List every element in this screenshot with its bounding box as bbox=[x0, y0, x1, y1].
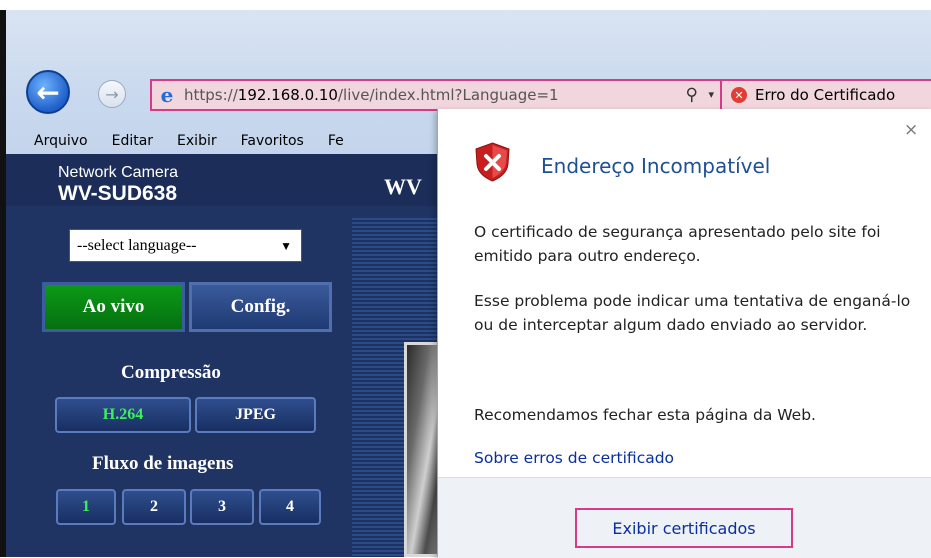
address-bar[interactable]: e https://192.168.0.10/live/index.html?L… bbox=[150, 79, 722, 111]
popup-paragraph-2: Esse problema pode indicar uma tentativa… bbox=[474, 292, 911, 334]
menu-item-favoritos[interactable]: Favoritos bbox=[241, 133, 304, 149]
certificate-error-label: Erro do Certificado bbox=[755, 86, 896, 104]
back-button[interactable]: ← bbox=[26, 70, 70, 114]
chevron-down-icon[interactable]: ▾ bbox=[708, 88, 714, 101]
popup-paragraph-1: O certificado de segurança apresentado p… bbox=[474, 223, 881, 265]
config-button[interactable]: Config. bbox=[189, 282, 332, 332]
chrome-top-strip bbox=[0, 0, 931, 10]
address-url[interactable]: https://192.168.0.10/live/index.html?Lan… bbox=[184, 86, 559, 104]
close-icon[interactable]: × bbox=[904, 120, 918, 140]
menu-bar: Arquivo Editar Exibir Favoritos Fe bbox=[6, 127, 355, 154]
camera-header-title: WV bbox=[384, 174, 422, 199]
certificate-popup: × Endereço Incompatível O certificado de… bbox=[437, 109, 931, 558]
shield-error-icon bbox=[475, 142, 510, 182]
menu-item-arquivo[interactable]: Arquivo bbox=[34, 133, 88, 149]
stream-1-button[interactable]: 1 bbox=[56, 489, 116, 525]
camera-brand-line: Network Camera bbox=[58, 164, 179, 181]
forward-button[interactable]: → bbox=[98, 80, 126, 108]
language-select[interactable]: --select language-- ▼ bbox=[69, 229, 302, 262]
select-arrow-icon: ▼ bbox=[280, 239, 292, 253]
forward-arrow-icon: → bbox=[105, 84, 119, 104]
stream-2-button[interactable]: 2 bbox=[122, 489, 186, 525]
error-x-icon: ✕ bbox=[731, 87, 747, 103]
popup-title: Endereço Incompatível bbox=[541, 154, 771, 178]
certificate-errors-link[interactable]: Sobre erros de certificado bbox=[474, 449, 674, 467]
camera-model: WV-SUD638 bbox=[58, 182, 178, 205]
live-button[interactable]: Ao vivo bbox=[42, 282, 185, 332]
stream-label: Fluxo de imagens bbox=[92, 453, 234, 474]
menu-item-editar[interactable]: Editar bbox=[112, 133, 153, 149]
menu-item-ferramentas[interactable]: Fe bbox=[328, 133, 344, 149]
compression-h264-button[interactable]: H.264 bbox=[55, 397, 191, 433]
url-path: /live/index.html?Language=1 bbox=[337, 86, 559, 104]
url-host: 192.168.0.10 bbox=[237, 86, 338, 104]
ie-logo-icon: e bbox=[160, 83, 174, 107]
stream-4-button[interactable]: 4 bbox=[259, 489, 321, 525]
compression-jpeg-button[interactable]: JPEG bbox=[195, 397, 316, 433]
language-select-value: --select language-- bbox=[77, 236, 197, 254]
certificate-error-button[interactable]: ✕ Erro do Certificado bbox=[720, 79, 931, 111]
url-prefix: https:// bbox=[184, 86, 238, 104]
stream-3-button[interactable]: 3 bbox=[190, 489, 254, 525]
menu-item-exibir[interactable]: Exibir bbox=[177, 133, 217, 149]
popup-paragraph-3: Recomendamos fechar esta página da Web. bbox=[474, 406, 816, 424]
view-certificates-button[interactable]: Exibir certificados bbox=[575, 508, 793, 548]
search-icon[interactable]: ⚲ bbox=[686, 85, 698, 105]
compression-label: Compressão bbox=[121, 362, 221, 383]
back-arrow-icon: ← bbox=[36, 75, 60, 109]
